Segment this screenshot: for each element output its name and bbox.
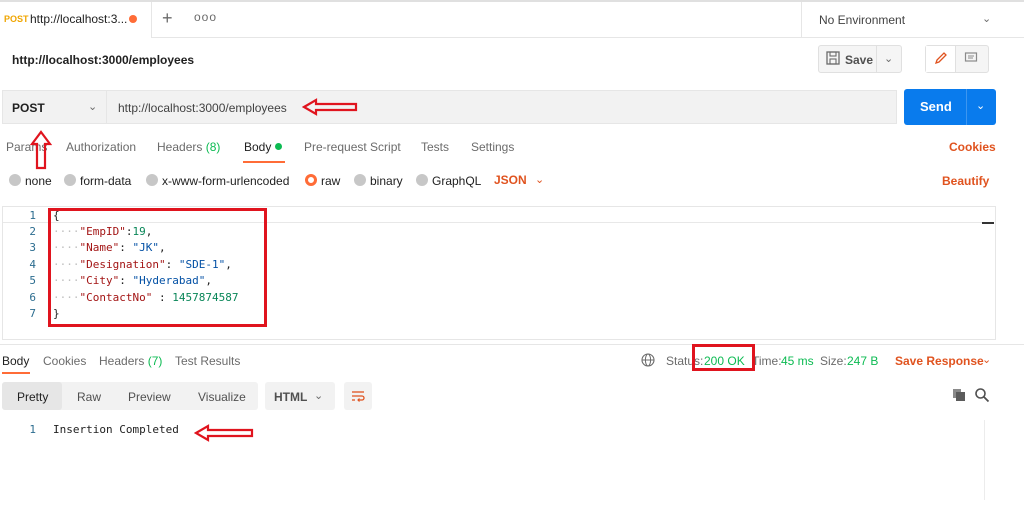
wrap-lines-icon bbox=[352, 391, 365, 402]
new-tab-plus-icon[interactable]: + bbox=[162, 8, 173, 29]
copy-icon[interactable] bbox=[952, 388, 966, 402]
size-label: Size: bbox=[820, 354, 847, 368]
view-pretty-button[interactable]: Pretty bbox=[17, 390, 48, 404]
tab-authorization[interactable]: Authorization bbox=[66, 140, 136, 154]
send-label: Send bbox=[920, 99, 952, 114]
tab-settings[interactable]: Settings bbox=[471, 140, 514, 154]
search-icon[interactable] bbox=[974, 387, 990, 403]
response-scrollbar[interactable] bbox=[984, 420, 998, 500]
view-visualize-button[interactable]: Visualize bbox=[198, 390, 246, 404]
annotation-arrow-response-icon bbox=[194, 424, 254, 442]
annotation-box-request-body bbox=[48, 208, 267, 327]
save-label: Save bbox=[845, 53, 874, 67]
save-response-button[interactable]: Save Response bbox=[895, 354, 984, 368]
radio-form-data-label: form-data bbox=[80, 174, 132, 188]
request-name[interactable]: http://localhost:3000/employees bbox=[12, 53, 194, 67]
chevron-down-icon: ⌄ bbox=[88, 101, 98, 113]
save-options-chevron-icon[interactable]: ⌄ bbox=[884, 52, 893, 65]
radio-none-label: none bbox=[25, 174, 52, 188]
chevron-down-icon: ⌄ bbox=[314, 390, 324, 402]
response-tab-body[interactable]: Body bbox=[2, 354, 29, 368]
chevron-down-icon: ⌄ bbox=[982, 13, 992, 25]
response-tab-headers[interactable]: Headers (7) bbox=[99, 354, 162, 368]
language-select[interactable]: JSON bbox=[494, 173, 527, 187]
line-number: 4 bbox=[29, 258, 36, 271]
radio-x-www-form-urlencoded-label: x-www-form-urlencoded bbox=[162, 174, 290, 188]
tab-body[interactable]: Body bbox=[244, 140, 283, 154]
globe-icon[interactable] bbox=[641, 353, 655, 367]
radio-x-www-form-urlencoded[interactable] bbox=[146, 174, 158, 186]
send-options-chevron-icon[interactable]: ⌄ bbox=[976, 99, 985, 112]
tab-headers[interactable]: Headers (8) bbox=[157, 140, 220, 154]
response-headers-count: (7) bbox=[147, 354, 163, 368]
line-number: 2 bbox=[29, 225, 36, 238]
response-body-text: Insertion Completed bbox=[53, 423, 179, 436]
response-splitter[interactable] bbox=[0, 344, 1024, 345]
comment-icon[interactable] bbox=[964, 51, 978, 65]
response-format-label: HTML bbox=[274, 390, 308, 404]
pencil-icon bbox=[934, 52, 947, 65]
annotation-arrow-url-icon bbox=[302, 98, 358, 116]
view-raw-button[interactable]: Raw bbox=[77, 390, 101, 404]
url-input-value: http://localhost:3000/employees bbox=[118, 101, 287, 115]
tab-pre-request-script[interactable]: Pre-request Script bbox=[304, 140, 401, 154]
radio-raw-label: raw bbox=[321, 174, 341, 188]
more-tabs-button[interactable]: ooo bbox=[194, 10, 217, 24]
view-preview-button[interactable]: Preview bbox=[128, 390, 171, 404]
method-label: POST bbox=[12, 101, 45, 115]
headers-count: (8) bbox=[205, 140, 221, 154]
tab-body-label: Body bbox=[244, 140, 272, 154]
line-number: 1 bbox=[29, 209, 36, 222]
tab-method-label: POST bbox=[4, 14, 29, 24]
size-value[interactable]: 247 B bbox=[847, 354, 878, 368]
active-tab-indicator bbox=[243, 161, 285, 163]
tab-headers-label: Headers bbox=[157, 140, 203, 154]
tab-tests[interactable]: Tests bbox=[421, 140, 449, 154]
save-disk-icon bbox=[826, 51, 840, 65]
body-modified-dot-icon bbox=[275, 143, 283, 150]
time-label: Time: bbox=[752, 354, 782, 368]
time-value[interactable]: 45 ms bbox=[781, 354, 814, 368]
response-active-tab-indicator bbox=[2, 372, 30, 374]
response-tab-test-results[interactable]: Test Results bbox=[175, 354, 240, 368]
response-tab-cookies[interactable]: Cookies bbox=[43, 354, 86, 368]
response-line-number: 1 bbox=[29, 423, 36, 436]
radio-raw[interactable] bbox=[305, 174, 317, 186]
environment-label: No Environment bbox=[819, 13, 906, 27]
unsaved-dot-icon bbox=[129, 15, 137, 23]
cookies-link[interactable]: Cookies bbox=[949, 140, 996, 154]
send-divider bbox=[966, 89, 967, 125]
response-tab-headers-label: Headers bbox=[99, 354, 145, 368]
beautify-button[interactable]: Beautify bbox=[942, 174, 989, 188]
line-number: 5 bbox=[29, 274, 36, 287]
annotation-arrow-method-icon bbox=[30, 130, 52, 170]
radio-binary-label: binary bbox=[370, 174, 403, 188]
line-number: 7 bbox=[29, 307, 36, 320]
radio-none[interactable] bbox=[9, 174, 21, 186]
save-divider bbox=[876, 45, 877, 73]
tab-title: http://localhost:3... bbox=[30, 12, 128, 26]
chevron-down-icon: ⌄ bbox=[535, 174, 545, 186]
radio-graphql-label: GraphQL bbox=[432, 174, 482, 188]
radio-binary[interactable] bbox=[354, 174, 366, 186]
annotation-box-status bbox=[692, 344, 755, 371]
line-number: 3 bbox=[29, 241, 36, 254]
radio-graphql[interactable] bbox=[416, 174, 428, 186]
editor-scroll-marker bbox=[982, 222, 994, 224]
line-number: 6 bbox=[29, 291, 36, 304]
chevron-down-icon: ⌄ bbox=[982, 354, 992, 366]
radio-form-data[interactable] bbox=[64, 174, 76, 186]
